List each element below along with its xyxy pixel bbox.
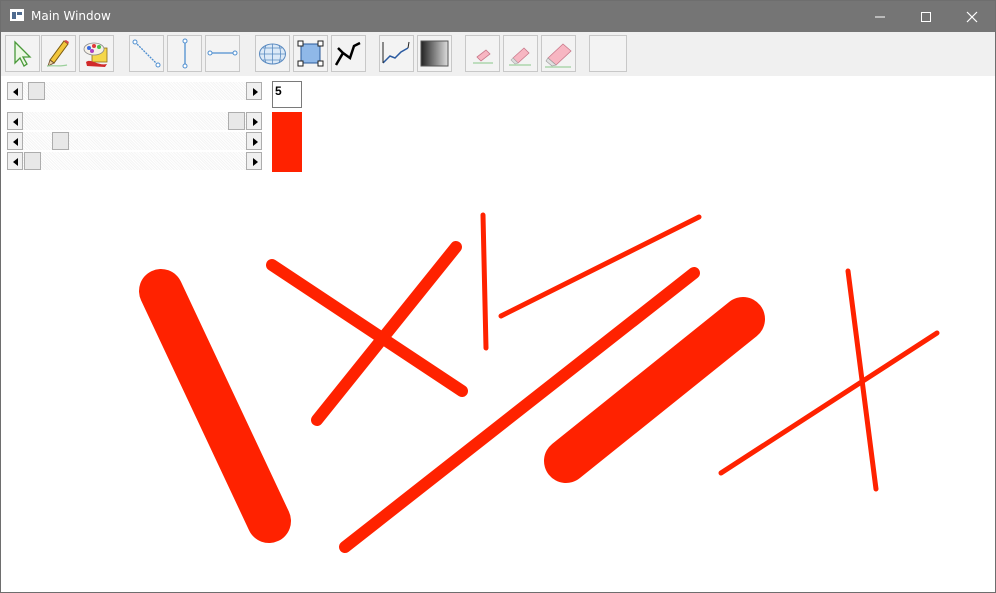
brush-size-slider[interactable] (7, 82, 262, 100)
diagonal-line-tool-button[interactable] (129, 35, 164, 72)
horizontal-line-tool-button[interactable] (205, 35, 240, 72)
red-slider-thumb[interactable] (228, 112, 245, 130)
drawn-stroke (139, 269, 291, 543)
drawn-stroke (480, 212, 489, 351)
vertical-line-tool-button[interactable] (167, 35, 202, 72)
drawn-stroke (498, 214, 702, 319)
select-tool-button[interactable] (5, 35, 40, 72)
resize-handles-icon (297, 40, 324, 67)
vertical-line-icon (182, 38, 188, 69)
brush-size-left-arrow[interactable] (7, 82, 23, 100)
window-title: Main Window (31, 9, 111, 23)
minimize-button[interactable] (857, 1, 903, 32)
drawing-canvas[interactable] (1, 171, 995, 591)
paint-palette-icon (83, 42, 108, 67)
brush-size-right-arrow[interactable] (246, 82, 262, 100)
green-slider[interactable] (7, 132, 262, 150)
blue-slider-thumb[interactable] (24, 152, 41, 170)
gradient-icon (420, 40, 449, 67)
resize-tool-button[interactable] (293, 35, 328, 72)
close-button[interactable] (949, 1, 995, 32)
curve-tool-button[interactable] (379, 35, 414, 72)
main-window: Main Window 5 (0, 0, 996, 593)
maximize-button[interactable] (903, 1, 949, 32)
horizontal-line-icon (207, 50, 238, 56)
drawn-stroke (311, 241, 462, 426)
green-slider-right-arrow[interactable] (246, 132, 262, 150)
toolbar (1, 32, 995, 76)
brush-size-value: 5 (272, 81, 302, 108)
green-slider-left-arrow[interactable] (7, 132, 23, 150)
grid-fill-tool-button[interactable] (255, 35, 290, 72)
brush-size-thumb[interactable] (28, 82, 45, 100)
arrow-cursor-icon (14, 40, 32, 67)
small-eraser-tool-button[interactable] (465, 35, 500, 72)
polyline-tool-button[interactable] (331, 35, 366, 72)
small-eraser-icon (473, 49, 493, 64)
app-window-icon (10, 9, 24, 21)
maximize-icon (921, 12, 931, 22)
large-eraser-icon (545, 43, 572, 68)
title-bar[interactable]: Main Window (1, 1, 995, 32)
drawn-stroke (718, 330, 940, 476)
medium-eraser-tool-button[interactable] (503, 35, 538, 72)
palette-tool-button[interactable] (79, 35, 114, 72)
medium-eraser-icon (509, 47, 531, 66)
pencil-icon (46, 40, 69, 67)
drawn-stroke (544, 297, 765, 483)
current-color-swatch[interactable] (272, 112, 302, 172)
grid-sphere-icon (259, 43, 286, 65)
blue-slider[interactable] (7, 152, 262, 170)
pencil-tool-button[interactable] (41, 35, 76, 72)
gradient-tool-button[interactable] (417, 35, 452, 72)
polyline-icon (334, 41, 361, 66)
minimize-icon (875, 16, 885, 18)
diagonal-line-icon (132, 39, 161, 68)
large-eraser-tool-button[interactable] (541, 35, 576, 72)
blue-slider-right-arrow[interactable] (246, 152, 262, 170)
green-slider-thumb[interactable] (52, 132, 69, 150)
blank-tool-button[interactable] (589, 35, 627, 72)
red-slider[interactable] (7, 112, 262, 130)
red-slider-left-arrow[interactable] (7, 112, 23, 130)
blue-slider-left-arrow[interactable] (7, 152, 23, 170)
red-slider-right-arrow[interactable] (246, 112, 262, 130)
blank-icon (591, 38, 622, 69)
close-icon (966, 11, 978, 23)
curve-icon (382, 41, 410, 64)
